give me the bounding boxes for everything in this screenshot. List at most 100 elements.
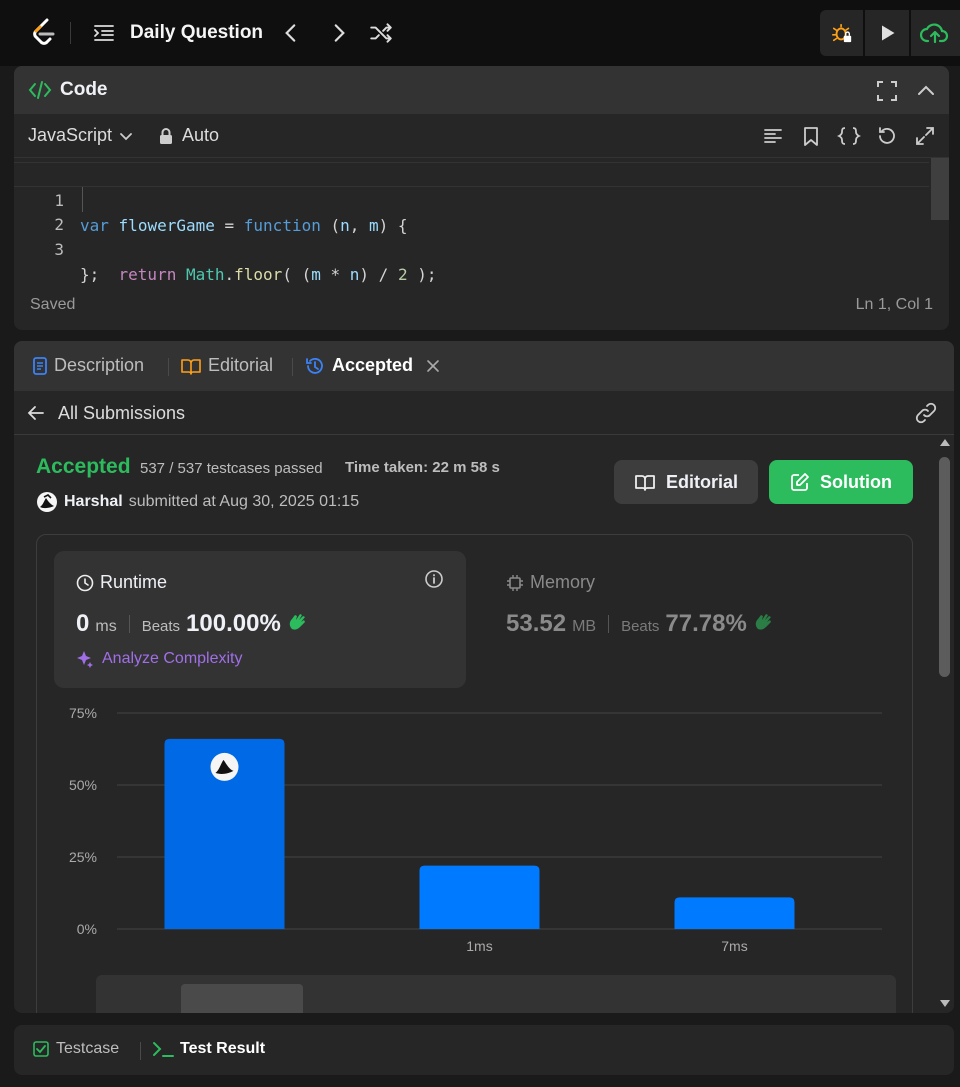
memory-beats-label: Beats [621, 618, 660, 635]
debug-icon [831, 23, 851, 43]
all-submissions-link[interactable]: All Submissions [58, 403, 185, 424]
list-icon[interactable] [92, 21, 116, 45]
action-buttons [820, 10, 960, 56]
language-select[interactable]: JavaScript [28, 125, 134, 146]
problem-list-title[interactable]: Daily Question [130, 22, 263, 44]
code-icon [28, 81, 52, 99]
tab-test-result-label: Test Result [180, 1040, 266, 1057]
chevron-left-icon[interactable] [278, 20, 304, 46]
reset-icon[interactable] [876, 125, 898, 147]
arrow-left-icon[interactable] [26, 403, 46, 423]
code-panel: Code JavaScript Auto 1 var flowerGame = … [14, 66, 949, 330]
submitter-info: Harshal submitted at Aug 30, 2025 01:15 [36, 491, 359, 513]
chevron-down-icon [120, 132, 132, 140]
tab-test-result[interactable]: Test Result [152, 1040, 265, 1058]
code-line: 3 }; [14, 212, 99, 284]
scroll-up-arrow[interactable] [940, 439, 950, 446]
runtime-distribution-chart: 75% 50% 25% 0% 1ms 7ms [69, 705, 882, 954]
lock-icon [160, 127, 172, 144]
submit-button[interactable] [910, 10, 960, 56]
code-line: 2 return Math.floor( (m * n) / 2 ); [14, 187, 436, 284]
code-line-text: var flowerGame = function (n, m) { [80, 216, 408, 235]
code-editor[interactable]: 1 var flowerGame = function (n, m) { 2 r… [14, 158, 949, 284]
debug-button[interactable] [820, 10, 864, 56]
solution-button[interactable]: Solution [769, 460, 913, 504]
editorial-button-label: Editorial [665, 471, 738, 492]
tab-editorial[interactable]: Editorial [180, 355, 273, 376]
braces-icon[interactable] [837, 125, 861, 147]
tab-description-label: Description [54, 355, 145, 375]
clap-icon [755, 614, 771, 630]
chevron-up-icon[interactable] [915, 80, 937, 102]
history-icon [306, 357, 323, 374]
memory-label: Memory [530, 572, 596, 592]
divider [70, 22, 71, 44]
code-line: 1 var flowerGame = function (n, m) { [14, 162, 929, 235]
line-number: 3 [54, 240, 64, 259]
x-tick-label: 1ms [466, 938, 492, 954]
edit-icon [791, 473, 809, 491]
code-panel-header: Code [14, 66, 949, 114]
tab-divider [168, 358, 169, 376]
maximize-icon[interactable] [876, 80, 898, 102]
y-tick-label: 50% [69, 777, 97, 793]
shuffle-icon[interactable] [368, 20, 394, 46]
y-tick-label: 25% [69, 849, 97, 865]
solution-button-label: Solution [820, 471, 892, 492]
tab-divider [292, 358, 293, 376]
runtime-unit: ms [95, 618, 117, 635]
leetcode-logo[interactable] [28, 16, 60, 48]
submissions-header: All Submissions [14, 391, 954, 435]
avatar [210, 752, 239, 781]
analyze-complexity-link[interactable]: Analyze Complexity [76, 650, 243, 668]
time-taken: Time taken: 22 m 58 s [345, 459, 500, 476]
runtime-beats-label: Beats [141, 618, 181, 635]
close-icon[interactable] [425, 358, 441, 374]
testcases-passed: 537 / 537 testcases passed [140, 460, 323, 477]
bookmark-icon[interactable] [800, 125, 822, 147]
runtime-beats-value: 100.00% [186, 610, 281, 637]
run-button[interactable] [865, 10, 909, 56]
expand-icon[interactable] [914, 125, 936, 147]
range-slider-track[interactable] [96, 975, 896, 1013]
editor-scrollbar[interactable] [931, 158, 949, 220]
runtime-label: Runtime [100, 572, 168, 592]
memory-value-row: 53.52 MB Beats 77.78% [506, 610, 775, 638]
chevron-right-icon[interactable] [326, 20, 352, 46]
editorial-button[interactable]: Editorial [614, 460, 758, 504]
submission-scrollbar[interactable] [936, 435, 954, 1013]
memory-beats-value: 77.78% [665, 610, 747, 637]
scrollbar-thumb[interactable] [939, 457, 950, 677]
cursor-position: Ln 1, Col 1 [855, 296, 933, 313]
clock-icon [76, 574, 94, 591]
runtime-title: Runtime [76, 572, 167, 593]
format-icon[interactable] [762, 125, 784, 147]
auto-mode-toggle[interactable]: Auto [158, 125, 219, 146]
user-name[interactable]: Harshal [64, 493, 123, 511]
submission-details: Accepted 537 / 537 testcases passed Time… [14, 435, 954, 1013]
auto-mode-label: Auto [182, 125, 220, 145]
top-bar: Daily Question [0, 0, 960, 66]
book-icon [181, 358, 201, 375]
editor-status-bar: Saved Ln 1, Col 1 [14, 284, 949, 330]
chart-bar[interactable] [419, 865, 540, 929]
document-icon [33, 356, 47, 375]
runtime-value: 0 [76, 610, 90, 637]
console-tabs: Testcase Test Result [14, 1025, 954, 1075]
sparkle-icon [77, 651, 93, 668]
tab-testcase[interactable]: Testcase [32, 1040, 119, 1058]
avatar[interactable] [36, 491, 58, 513]
scroll-down-arrow[interactable] [940, 1000, 950, 1007]
range-slider-handle[interactable] [181, 984, 303, 1013]
memory-title[interactable]: Memory [506, 572, 595, 593]
link-icon[interactable] [914, 401, 938, 425]
submission-panel: Description Editorial Accepted All Submi… [14, 341, 954, 1013]
info-icon[interactable] [424, 569, 444, 589]
runtime-card[interactable]: Runtime 0 ms Beats 100.00% Analyze Compl… [54, 551, 466, 688]
x-tick-label: 7ms [721, 938, 747, 954]
language-label: JavaScript [28, 125, 113, 145]
tab-accepted[interactable]: Accepted [304, 355, 441, 376]
chart-bar[interactable] [674, 897, 795, 929]
tab-divider [140, 1042, 141, 1060]
tab-description[interactable]: Description [32, 355, 144, 376]
